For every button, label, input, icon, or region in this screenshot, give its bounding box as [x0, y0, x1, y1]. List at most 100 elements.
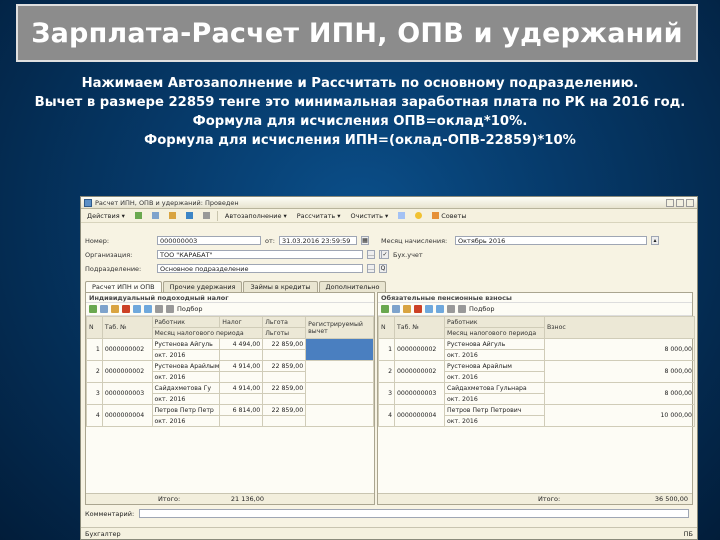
chevron-down-icon: ▾: [384, 211, 389, 220]
cell-employee: Сайдахметова Гу: [151, 382, 221, 394]
col-tax[interactable]: Налог: [219, 316, 264, 328]
sort-desc-icon[interactable]: [458, 305, 466, 313]
col-n[interactable]: N: [378, 316, 395, 339]
col-deduction[interactable]: Льгота: [262, 316, 307, 328]
number-row: Номер: 000000003 от: 31.03.2016 23:59:59…: [85, 236, 369, 245]
col-month[interactable]: Месяц налогового периода: [444, 327, 545, 339]
total-label: Итого:: [158, 495, 181, 503]
lightbulb-icon: [432, 212, 440, 219]
select-button[interactable]: …: [367, 250, 375, 259]
pick-button[interactable]: Подбор: [177, 305, 202, 313]
col-n[interactable]: N: [86, 316, 103, 339]
move-down-icon[interactable]: [144, 305, 152, 313]
move-up-icon[interactable]: [133, 305, 141, 313]
number-field[interactable]: 000000003: [157, 236, 261, 245]
cell-month: окт. 2016: [151, 393, 221, 405]
month-field[interactable]: Октябрь 2016: [455, 236, 647, 245]
col-registered[interactable]: Регистрируемый вычет: [305, 316, 374, 339]
table-row[interactable]: 3 0000000003 Сайдахметова Гульнара 8 000,00: [378, 382, 695, 405]
slide-line-2: Вычет в размере 22859 тенге это минималь…: [34, 95, 686, 110]
select-button[interactable]: …: [367, 264, 375, 273]
cell-tax: 6 814,00: [219, 404, 264, 416]
col-employee[interactable]: Работник: [151, 316, 221, 328]
minimize-button[interactable]: [666, 198, 674, 207]
edit-button[interactable]: [166, 210, 179, 221]
tab-additional[interactable]: Дополнительно: [318, 281, 387, 292]
buh-checkbox[interactable]: ✓: [381, 250, 389, 259]
delete-row-icon[interactable]: [414, 305, 422, 313]
pick-button[interactable]: Подбор: [469, 305, 494, 313]
comment-field[interactable]: [139, 509, 689, 518]
slide-description: Нажимаем Автозаполнение и Рассчитать по …: [10, 74, 710, 150]
col-benefits[interactable]: Льготы: [262, 327, 307, 339]
tab-ipn-opv[interactable]: Расчет ИПН и ОПВ: [85, 281, 162, 292]
table-row[interactable]: 2 0000000002 Рустенова Арайлым 8 000,00: [378, 360, 695, 383]
table-row[interactable]: 4 0000000004 Петров Петр Петр 6 814,00 22 85…: [86, 404, 374, 427]
help-button[interactable]: [412, 210, 425, 221]
copy-row-icon[interactable]: [100, 305, 108, 313]
col-month[interactable]: Месяц налогового периода: [151, 327, 264, 339]
spin-icon[interactable]: ▴: [651, 236, 659, 245]
tab-bar: Расчет ИПН и ОПВ Прочие удержания Займы …: [85, 281, 387, 292]
add-row-icon[interactable]: [381, 305, 389, 313]
col-employee[interactable]: Работник: [444, 316, 545, 328]
slide-line-1: Нажимаем Автозаполнение и Рассчитать по …: [81, 76, 639, 91]
col-tab[interactable]: Таб. №: [394, 316, 445, 339]
autofill-button[interactable]: Автозаполнение ▾: [222, 210, 290, 221]
sort-icon[interactable]: [155, 305, 163, 313]
edit-row-icon[interactable]: [111, 305, 119, 313]
tab-loans[interactable]: Займы в кредиты: [243, 281, 318, 292]
table-row[interactable]: 4 0000000004 Петров Петр Петрович 10 000,00: [378, 404, 695, 427]
cell-deduction: 22 859,00: [262, 382, 307, 394]
calendar-icon[interactable]: ▦: [360, 236, 369, 245]
cell-registered[interactable]: [305, 360, 374, 383]
copy-icon: [151, 212, 159, 219]
cell-empty: [262, 393, 307, 405]
col-tab[interactable]: Таб. №: [101, 316, 153, 339]
new-button[interactable]: [132, 210, 145, 221]
cell-registered[interactable]: [305, 382, 374, 405]
delete-row-icon[interactable]: [122, 305, 130, 313]
refresh-button[interactable]: [395, 210, 408, 221]
move-down-icon[interactable]: [436, 305, 444, 313]
clear-button[interactable]: Очистить ▾: [348, 210, 392, 221]
sort-icon[interactable]: [447, 305, 455, 313]
window-titlebar[interactable]: Расчет ИПН, ОПВ и удержаний: Проведен: [81, 197, 697, 209]
number-label: Номер:: [85, 236, 110, 245]
cell-month: окт. 2016: [151, 371, 221, 383]
month-row: Месяц начисления: Октябрь 2016 ▴: [381, 236, 659, 245]
tips-button[interactable]: Советы: [429, 210, 469, 221]
date-field[interactable]: 31.03.2016 23:59:59: [278, 236, 357, 245]
move-up-icon[interactable]: [425, 305, 433, 313]
sort-desc-icon[interactable]: [166, 305, 174, 313]
organization-field[interactable]: ТОО "КАРАБАТ": [157, 250, 363, 259]
opv-toolbar: Подбор: [378, 303, 692, 316]
status-bar: Бухгалтер ПБ: [81, 527, 697, 539]
maximize-button[interactable]: [676, 198, 684, 207]
print-button[interactable]: [200, 210, 213, 221]
window-title: Расчет ИПН, ОПВ и удержаний: Проведен: [95, 198, 239, 207]
close-button[interactable]: [686, 198, 694, 207]
tips-label: Советы: [441, 211, 467, 220]
table-row[interactable]: 1 0000000002 Рустенова Айгуль 8 000,00: [378, 338, 695, 361]
tab-other-deductions[interactable]: Прочие удержания: [162, 281, 243, 292]
cell-n: 3: [378, 382, 395, 405]
table-row[interactable]: 1 0000000002 Рустенова Айгуль 4 494,00 22 85…: [86, 338, 374, 361]
edit-row-icon[interactable]: [403, 305, 411, 313]
col-contribution[interactable]: Взнос: [544, 316, 695, 339]
add-row-icon[interactable]: [89, 305, 97, 313]
table-row[interactable]: 3 0000000003 Сайдахметова Гу 4 914,00 22 859…: [86, 382, 374, 405]
calculate-button[interactable]: Рассчитать ▾: [294, 210, 344, 221]
open-button[interactable]: Q: [379, 264, 387, 273]
cell-registered[interactable]: [305, 404, 374, 427]
actions-menu[interactable]: Действия ▾: [84, 210, 128, 221]
cell-registered[interactable]: [305, 338, 374, 361]
table-row[interactable]: 2 0000000002 Рустенова Арайлым 4 914,00 22 8…: [86, 360, 374, 383]
post-button[interactable]: [183, 210, 196, 221]
subdivision-field[interactable]: Основное подразделение: [157, 264, 363, 273]
chevron-down-icon: ▾: [283, 211, 287, 220]
copy-button[interactable]: [149, 210, 162, 221]
copy-row-icon[interactable]: [392, 305, 400, 313]
total-label: Итого:: [538, 495, 561, 503]
cell-employee: Рустенова Айгуль: [151, 338, 221, 350]
